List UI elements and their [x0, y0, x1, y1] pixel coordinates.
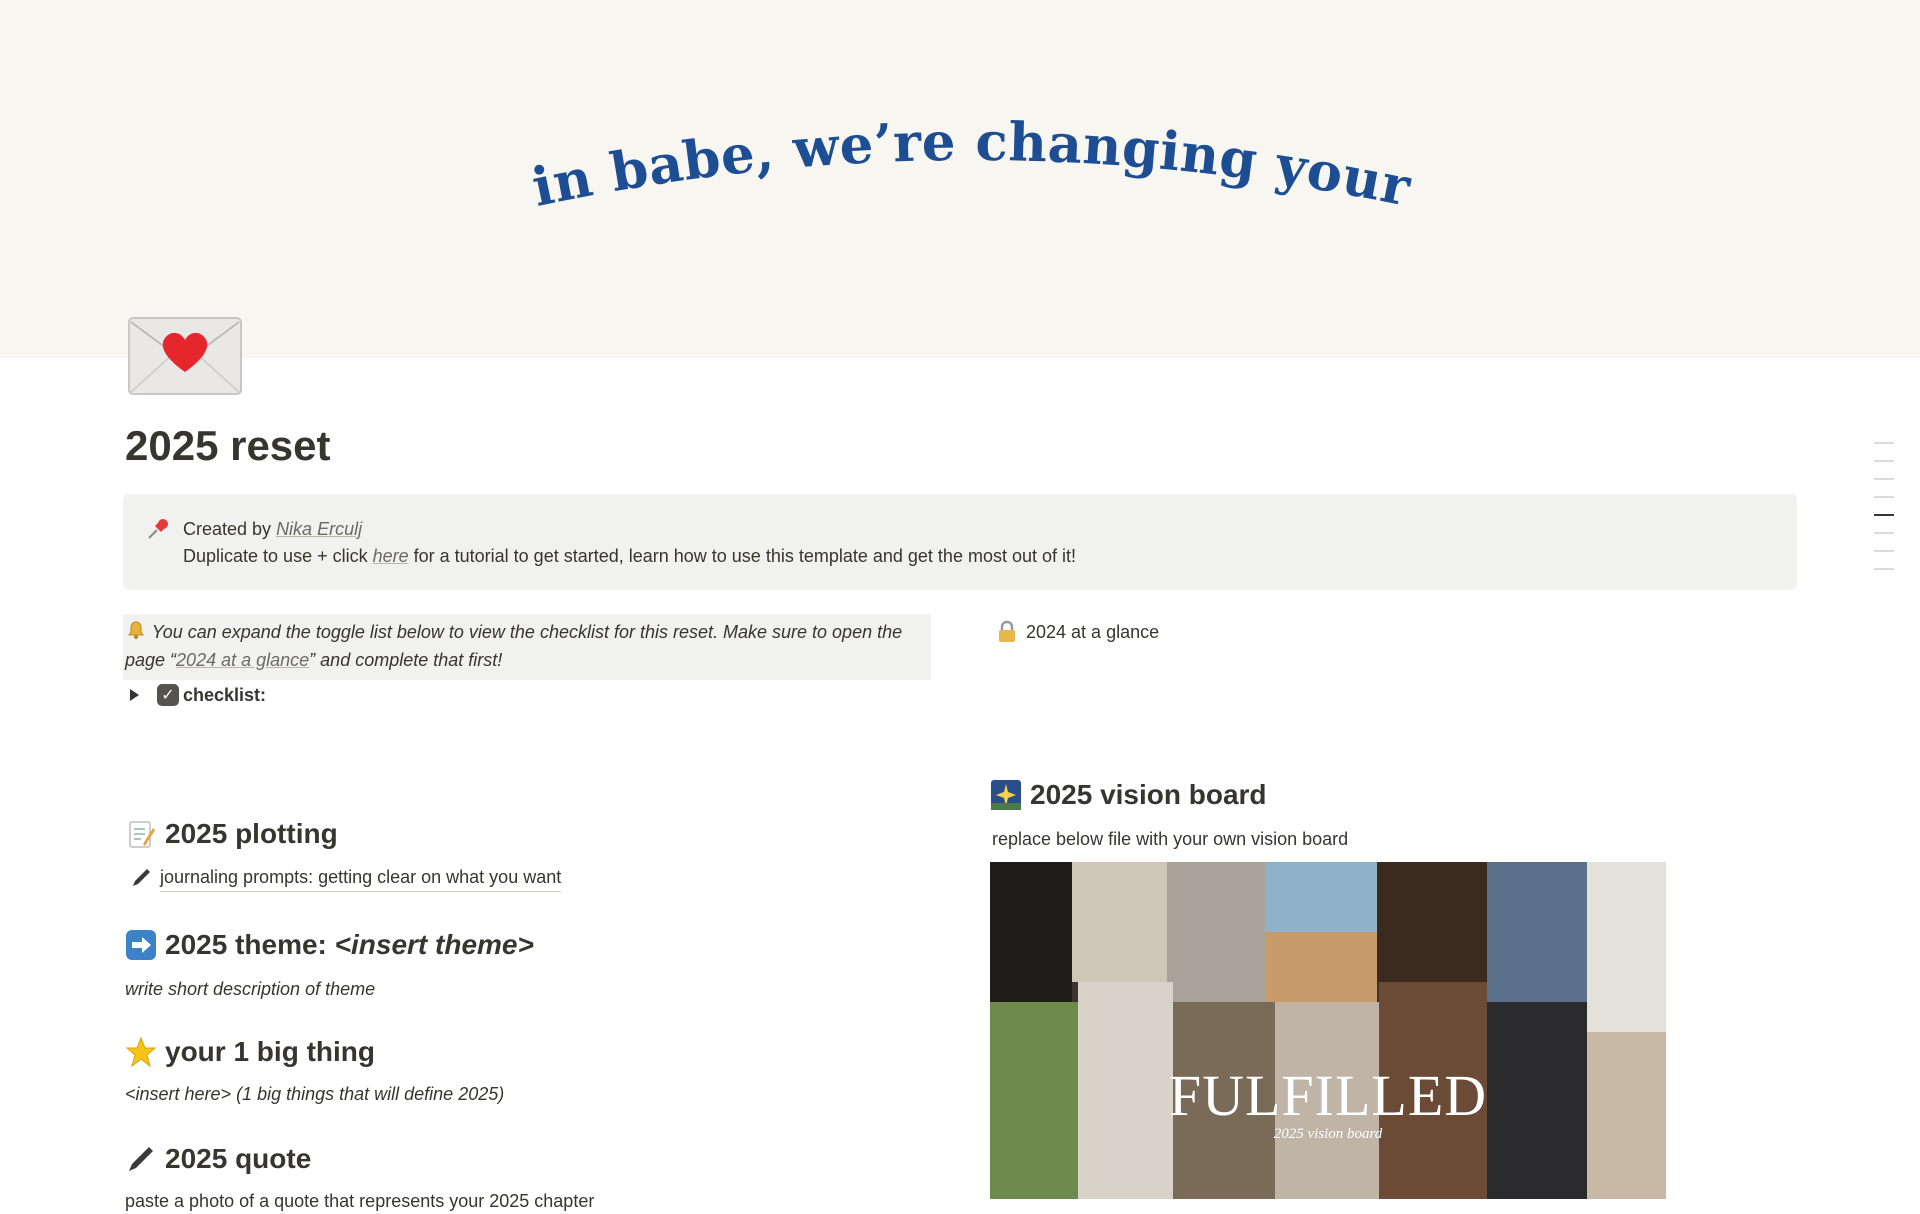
- quote-description[interactable]: paste a photo of a quote that represents…: [125, 1188, 594, 1214]
- heading-quote[interactable]: 2025 quote: [125, 1141, 311, 1177]
- heading-big-thing[interactable]: your 1 big thing: [125, 1034, 375, 1070]
- author-link[interactable]: Nika Erculj: [276, 519, 362, 539]
- note-link-2024[interactable]: 2024 at a glance: [176, 650, 309, 670]
- envelope-with-heart-icon[interactable]: [125, 310, 245, 398]
- checklist-toggle[interactable]: ✓ checklist:: [130, 684, 266, 706]
- lock-icon: [996, 620, 1018, 644]
- callout-text: Created by Nika Erculj Duplicate to use …: [183, 516, 1076, 570]
- vision-board-image[interactable]: FULFILLED 2025 vision board: [990, 862, 1666, 1199]
- heading-theme[interactable]: 2025 theme: <insert theme>: [125, 927, 534, 963]
- prompts-link-text: journaling prompts: getting clear on wha…: [160, 864, 562, 892]
- pushpin-icon: [145, 516, 171, 542]
- callout-block[interactable]: Created by Nika Erculj Duplicate to use …: [123, 494, 1797, 590]
- checklist-note[interactable]: You can expand the toggle list below to …: [123, 614, 931, 680]
- callout-line-1: Created by Nika Erculj: [183, 516, 1076, 543]
- right-arrow-icon: [125, 929, 157, 961]
- night-sky-icon: [990, 779, 1022, 811]
- toc-marker[interactable]: [1874, 442, 1894, 444]
- left-column: You can expand the toggle list below to …: [123, 614, 933, 680]
- cover-text: get in babe, we’re changing your life: [0, 0, 1435, 223]
- vision-board-title: FULFILLED: [1168, 1063, 1488, 1128]
- toc-marker[interactable]: [1874, 532, 1894, 534]
- heading-theme-text: 2025 theme:: [165, 929, 327, 960]
- cover-lettering: get in babe, we’re changing your life: [0, 0, 1435, 223]
- theme-description[interactable]: write short description of theme: [125, 976, 375, 1002]
- created-by-label: Created by: [183, 519, 277, 539]
- cover-text-path: get in babe, we’re changing your life: [0, 0, 1434, 223]
- heading-plotting[interactable]: 2025 plotting: [125, 816, 338, 852]
- vision-description[interactable]: replace below file with your own vision …: [992, 826, 1348, 852]
- heading-theme-placeholder: <insert theme>: [334, 929, 534, 960]
- toggle-label: checklist:: [183, 684, 267, 705]
- pen-icon: [125, 1143, 157, 1175]
- linked-page-label: 2024 at a glance: [1026, 621, 1160, 642]
- bell-icon: [125, 619, 147, 639]
- page-cover[interactable]: get in babe, we’re changing your life: [0, 0, 1920, 358]
- heading-vision-text: 2025 vision board: [1030, 779, 1267, 810]
- callout-line-2: Duplicate to use + click here for a tuto…: [183, 543, 1076, 570]
- toc-marker[interactable]: [1874, 478, 1894, 480]
- heading-vision-board[interactable]: 2025 vision board: [990, 777, 1267, 813]
- table-of-contents-markers[interactable]: [1874, 442, 1894, 586]
- memo-icon: [125, 818, 157, 850]
- pen-icon: [130, 867, 152, 889]
- duplicate-text: Duplicate to use + click: [183, 546, 373, 566]
- prompts-link[interactable]: journaling prompts: getting clear on wha…: [130, 864, 562, 892]
- toc-marker[interactable]: [1874, 550, 1894, 552]
- tutorial-link[interactable]: here: [373, 546, 409, 566]
- note-text-after: ” and complete that first!: [309, 650, 503, 670]
- toc-marker[interactable]: [1874, 568, 1894, 570]
- toc-marker[interactable]: [1874, 460, 1894, 462]
- toc-marker[interactable]: [1874, 496, 1894, 498]
- vision-board-subtitle: 2025 vision board: [1273, 1126, 1383, 1142]
- check-box-icon: ✓: [157, 684, 179, 706]
- toggle-arrow-icon[interactable]: [130, 689, 139, 701]
- big-thing-description[interactable]: <insert here> (1 big things that will de…: [125, 1081, 504, 1107]
- tutorial-text: for a tutorial to get started, learn how…: [408, 546, 1076, 566]
- star-icon: [125, 1036, 157, 1068]
- heading-quote-text: 2025 quote: [165, 1143, 312, 1174]
- toc-marker-active[interactable]: [1874, 514, 1894, 516]
- heading-plotting-text: 2025 plotting: [165, 818, 338, 849]
- linked-page-2024[interactable]: 2024 at a glance: [996, 620, 1159, 644]
- page-title[interactable]: 2025 reset: [125, 418, 331, 474]
- heading-big-thing-text: your 1 big thing: [165, 1036, 375, 1067]
